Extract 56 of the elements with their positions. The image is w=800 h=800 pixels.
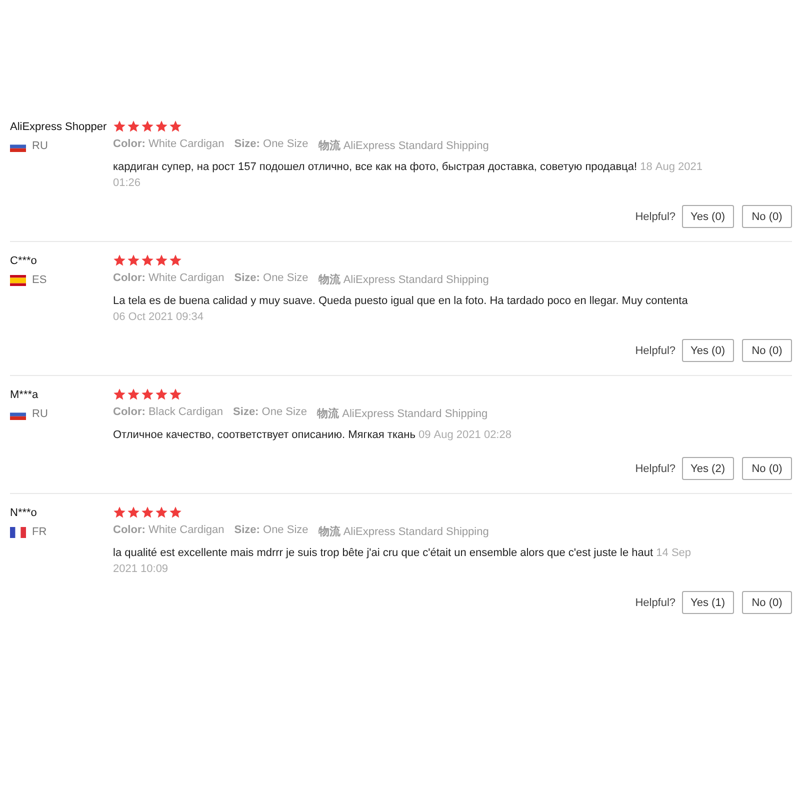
product-attribute: Color: Black Cardigan <box>113 406 224 420</box>
review-text: la qualité est excellente mais mdrrr je suis trop bête j'ai cru que c'était un ensemble alors que c'est juste le haut 14 Sep 2021 10:09 <box>113 546 692 577</box>
product-attribute: Size: One Size <box>234 272 308 286</box>
star-icon <box>155 388 168 401</box>
star-icon <box>113 254 126 267</box>
product-attribute: Size: One Size <box>234 524 308 538</box>
yes-button[interactable]: Yes (0) <box>682 339 734 362</box>
yes-button[interactable]: Yes (2) <box>682 457 734 480</box>
star-icon <box>169 120 182 133</box>
star-icon <box>155 254 168 267</box>
country-code: FR <box>32 526 47 538</box>
reviewer-name: AliExpress Shopper <box>10 120 108 134</box>
star-icon <box>141 254 154 267</box>
helpful-label: Helpful? <box>635 596 676 608</box>
country-code: ES <box>32 274 47 286</box>
star-icon <box>169 506 182 519</box>
product-attribute: Color: White Cardigan <box>113 272 224 286</box>
no-button[interactable]: No (0) <box>742 339 792 362</box>
reviewer-name: N***o <box>10 506 38 520</box>
product-attribute: 物流 AliExpress Standard Shipping <box>318 524 489 539</box>
reviewer-name: M***a <box>10 388 40 402</box>
no-button[interactable]: No (0) <box>742 457 792 480</box>
star-icon <box>127 506 140 519</box>
helpful-label: Helpful? <box>635 462 676 474</box>
star-icon <box>141 120 154 133</box>
product-attribute: Color: White Cardigan <box>113 138 224 152</box>
review-text: Отличное качество, соответствует описанию. Мягкая ткань 09 Aug 2021 02:28 <box>113 428 512 443</box>
star-icon <box>127 388 140 401</box>
yes-button[interactable]: Yes (0) <box>682 205 734 228</box>
star-icon <box>113 388 126 401</box>
star-icon <box>169 254 182 267</box>
product-attribute: Size: One Size <box>233 406 308 420</box>
country-code: RU <box>32 408 48 420</box>
star-icon <box>113 506 126 519</box>
star-icon <box>127 120 140 133</box>
country-code: RU <box>32 140 48 152</box>
star-icon <box>113 120 126 133</box>
review-text: La tela es de buena calidad y muy suave. Queda puesto igual que en la foto. Ha tardado poco en llegar. Muy contenta 06 Oct 2021 09:34 <box>113 294 689 325</box>
review-text: кардиган супер, на рост 157 подошел отлично, все как на фото, быстрая доставка, советую продавца! 18 Aug 2021 01:26 <box>113 160 703 191</box>
star-icon <box>155 506 168 519</box>
product-attribute: 物流 AliExpress Standard Shipping <box>318 138 489 153</box>
star-icon <box>141 506 154 519</box>
helpful-label: Helpful? <box>635 344 676 356</box>
no-button[interactable]: No (0) <box>742 591 792 614</box>
product-attribute: Color: White Cardigan <box>113 524 224 538</box>
product-attribute: Size: One Size <box>234 138 308 152</box>
reviewer-name: C***o <box>10 254 38 268</box>
yes-button[interactable]: Yes (1) <box>682 591 734 614</box>
product-attribute: 物流 AliExpress Standard Shipping <box>318 272 489 287</box>
star-icon <box>155 120 168 133</box>
product-attribute: 物流 AliExpress Standard Shipping <box>317 406 488 421</box>
helpful-label: Helpful? <box>635 210 676 222</box>
no-button[interactable]: No (0) <box>742 205 792 228</box>
star-icon <box>141 388 154 401</box>
star-icon <box>169 388 182 401</box>
star-icon <box>127 254 140 267</box>
